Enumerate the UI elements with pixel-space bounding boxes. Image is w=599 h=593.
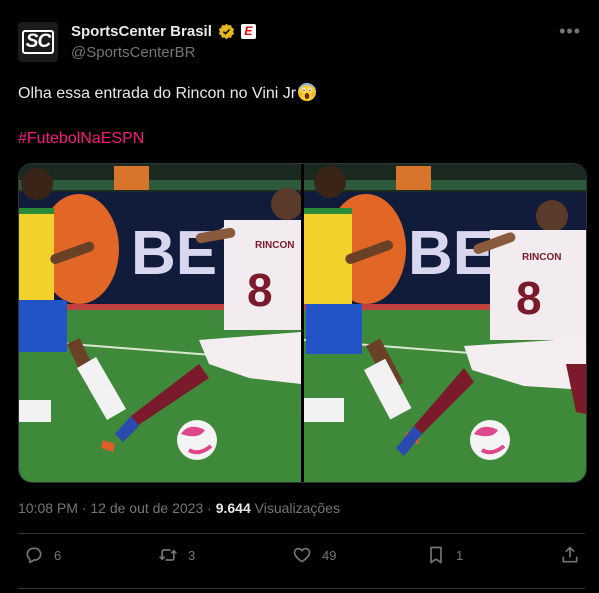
tweet-text: Olha essa entrada do Rincon no Vini Jr bbox=[18, 82, 317, 103]
more-options-icon[interactable]: ••• bbox=[559, 22, 581, 40]
avatar-logo: SC bbox=[21, 30, 55, 54]
photo-right-image: BET RINCON 8 bbox=[304, 164, 586, 482]
tweet-timestamp[interactable]: 10:08 PM · 12 de out de 2023 · bbox=[18, 500, 216, 516]
reply-count: 6 bbox=[54, 547, 62, 563]
verified-badge-icon bbox=[218, 23, 235, 40]
media-gallery[interactable]: BET RINCON 8 BET RINCON 8 bbox=[18, 163, 587, 483]
photo-right-shirt-number: 8 bbox=[516, 272, 542, 324]
hashtag-link[interactable]: #FutebolNaESPN bbox=[18, 130, 144, 148]
screaming-face-emoji-icon bbox=[298, 83, 317, 101]
photo-right-shirt-name: RINCON bbox=[522, 252, 561, 263]
photo-left[interactable]: BET RINCON 8 bbox=[19, 164, 301, 482]
tweet: SC SportsCenter Brasil E @SportsCenterBR… bbox=[0, 0, 599, 593]
espn-affiliate-icon: E bbox=[240, 24, 256, 39]
photo-left-shirt-number: 8 bbox=[247, 264, 273, 316]
bookmark-icon bbox=[430, 546, 442, 564]
bookmark-button[interactable]: 1 bbox=[426, 545, 463, 565]
share-button[interactable] bbox=[560, 545, 580, 565]
name-row: SportsCenter Brasil E bbox=[71, 23, 256, 40]
bookmark-count: 1 bbox=[456, 547, 464, 563]
action-bar: 6 3 49 1 bbox=[18, 545, 585, 573]
reply-button[interactable]: 6 bbox=[24, 545, 61, 565]
display-name[interactable]: SportsCenter Brasil bbox=[71, 23, 212, 40]
views-count: 9.644 bbox=[215, 500, 251, 516]
like-button[interactable]: 49 bbox=[292, 545, 336, 565]
reply-icon bbox=[26, 547, 42, 564]
tweet-text-content: Olha essa entrada do Rincon no Vini Jr bbox=[18, 85, 297, 102]
divider-top bbox=[18, 533, 585, 534]
repost-button[interactable]: 3 bbox=[158, 545, 195, 565]
repost-icon bbox=[159, 549, 177, 561]
heart-icon bbox=[293, 547, 311, 563]
like-count: 49 bbox=[322, 547, 337, 563]
views-label: Visualizações bbox=[250, 500, 340, 516]
divider-bottom bbox=[18, 588, 585, 589]
photo-left-shirt-name: RINCON bbox=[255, 240, 294, 251]
account-avatar[interactable]: SC bbox=[18, 22, 58, 62]
share-icon bbox=[562, 546, 578, 563]
photo-right[interactable]: BET RINCON 8 bbox=[304, 164, 586, 482]
photo-left-image: BET RINCON 8 bbox=[19, 164, 301, 482]
tweet-metadata: 10:08 PM · 12 de out de 2023 · 9.644 Vis… bbox=[18, 500, 340, 516]
account-handle[interactable]: @SportsCenterBR bbox=[71, 44, 195, 61]
repost-count: 3 bbox=[188, 547, 196, 563]
